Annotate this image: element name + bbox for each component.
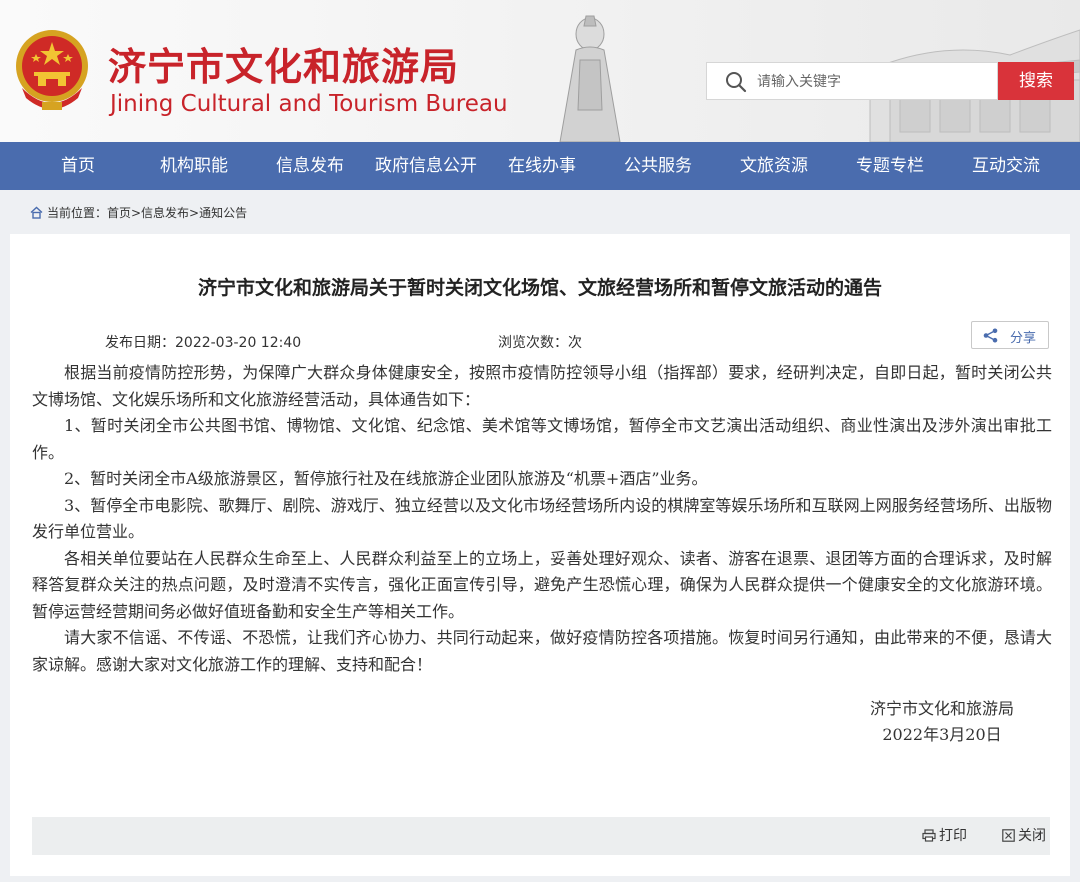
site-title-en: Jining Cultural and Tourism Bureau [110, 91, 508, 117]
nav-item-info-release[interactable]: 信息发布 [252, 142, 368, 190]
article-paragraph: 根据当前疫情防控形势，为保障广大群众身体健康安全，按照市疫情防控领导小组（指挥部… [32, 363, 1052, 409]
article-paragraph: 2、暂时关闭全市A级旅游景区，暂停旅行社及在线旅游企业团队旅游及“机票+酒店”业… [64, 469, 708, 488]
article-paragraph: 1、暂时关闭全市公共图书馆、博物馆、文化馆、纪念馆、美术馆等文博场馆，暂停全市文… [32, 416, 1052, 462]
print-label: 打印 [939, 828, 967, 844]
view-count: 浏览次数：次 [498, 335, 582, 351]
nav-item-functions[interactable]: 机构职能 [136, 142, 252, 190]
national-emblem-icon [16, 30, 88, 110]
article-title: 济宁市文化和旅游局关于暂时关闭文化场馆、文旅经营场所和暂停文旅活动的通告 [197, 277, 882, 299]
search-button[interactable]: 搜索 [998, 62, 1074, 100]
signature: 济宁市文化和旅游局 2022年3月20日 [870, 696, 1014, 748]
breadcrumb-text[interactable]: 当前位置：首页>信息发布>通知公告 [47, 206, 247, 220]
article-paragraph: 各相关单位要站在人民群众生命至上、人民群众利益至上的立场上，妥善处理好观众、读者… [32, 548, 1052, 621]
nav-item-home[interactable]: 首页 [20, 142, 136, 190]
main-nav: 首页 机构职能 信息发布 政府信息公开 在线办事 公共服务 文旅资源 专题专栏 … [0, 142, 1080, 190]
close-icon [1002, 829, 1015, 842]
home-icon [30, 206, 43, 219]
article-paragraph: 请大家不信谣、不传谣、不恐慌，让我们齐心协力、共同行动起来，做好疫情防控各项措施… [32, 628, 1052, 674]
site-title-cn: 济宁市文化和旅游局 [108, 45, 460, 89]
signature-org: 济宁市文化和旅游局 [869, 699, 1014, 718]
article-paragraph: 3、暂停全市电影院、歌舞厅、剧院、游戏厅、独立经营以及文化市场经营场所内设的棋牌… [32, 495, 1052, 542]
article-tools: 打印 关闭 [32, 817, 1050, 855]
share-button[interactable]: 分享 [971, 321, 1049, 349]
search-input[interactable] [755, 65, 995, 99]
breadcrumb: 当前位置：首页>信息发布>通知公告 [30, 204, 247, 222]
print-icon [922, 829, 936, 842]
site-header: 济宁市文化和旅游局 Jining Cultural and Tourism Bu… [0, 0, 1080, 142]
nav-item-public-service[interactable]: 公共服务 [600, 142, 716, 190]
nav-item-interaction[interactable]: 互动交流 [948, 142, 1064, 190]
print-button[interactable]: 打印 [922, 817, 967, 855]
nav-item-tourism-resources[interactable]: 文旅资源 [716, 142, 832, 190]
nav-item-gov-disclosure[interactable]: 政府信息公开 [368, 142, 484, 190]
article-body: 根据当前疫情防控形势，为保障广大群众身体健康安全，按照市疫情防控领导小组（指挥部… [32, 360, 1052, 678]
close-button[interactable]: 关闭 [1002, 817, 1046, 855]
search-box [706, 62, 998, 100]
close-label: 关闭 [1018, 828, 1046, 844]
signature-date: 2022年3月20日 [882, 725, 1002, 744]
nav-item-special-topics[interactable]: 专题专栏 [832, 142, 948, 190]
article-container: 济宁市文化和旅游局关于暂时关闭文化场馆、文旅经营场所和暂停文旅活动的通告 发布日… [10, 234, 1070, 876]
share-icon [983, 328, 998, 343]
share-label: 分享 [1010, 331, 1037, 346]
publish-date: 发布日期：2022-03-20 12:40 [105, 335, 302, 351]
nav-item-online-service[interactable]: 在线办事 [484, 142, 600, 190]
search-icon [726, 72, 747, 93]
